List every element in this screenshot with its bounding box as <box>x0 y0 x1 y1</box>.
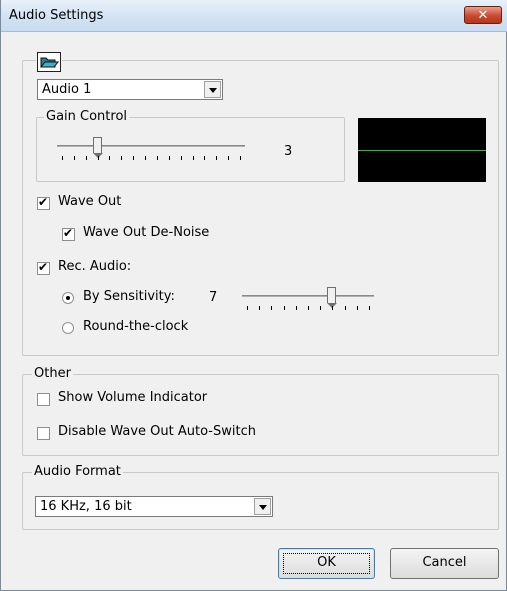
slider-tick <box>240 156 241 160</box>
ok-button[interactable]: OK <box>278 548 375 579</box>
wave-out-denoise-label: Wave Out De-Noise <box>83 225 210 240</box>
slider-tick <box>356 306 358 310</box>
by-sensitivity-label: By Sensitivity: <box>83 289 175 304</box>
sensitivity-value: 7 <box>209 290 218 305</box>
wave-out-denoise-checkbox[interactable] <box>62 226 75 241</box>
cancel-button-label: Cancel <box>422 555 467 570</box>
slider-tick <box>271 306 273 310</box>
round-the-clock-radio[interactable] <box>62 322 74 334</box>
chevron-down-icon[interactable] <box>254 498 271 515</box>
gain-control-label: Gain Control <box>44 109 130 124</box>
slider-tick <box>121 156 123 160</box>
close-icon: ✕ <box>477 8 489 23</box>
folder-open-icon <box>37 52 61 72</box>
audio-source-value: Audio 1 <box>42 82 92 97</box>
gain-value: 3 <box>284 144 293 159</box>
audio-level-line <box>358 150 486 151</box>
other-group <box>22 374 499 456</box>
slider-tick <box>168 156 170 160</box>
focus-rectangle <box>283 553 370 574</box>
slider-tick <box>295 306 297 310</box>
disable-auto-switch-checkbox[interactable] <box>37 427 50 440</box>
slider-tick <box>228 156 230 160</box>
audio-source-select[interactable]: Audio 1 <box>37 79 223 100</box>
sensitivity-slider-track <box>242 295 374 297</box>
slider-tick <box>320 306 322 310</box>
round-the-clock-label: Round-the-clock <box>83 319 189 334</box>
slider-tick <box>133 156 135 160</box>
slider-tick <box>145 156 147 160</box>
wave-out-checkbox[interactable] <box>37 195 50 210</box>
slider-tick <box>109 156 111 160</box>
slider-tick <box>332 306 334 310</box>
slider-tick <box>344 306 346 310</box>
audio-settings-window: Audio Settings ✕ Audio 1 Gain Control 3 … <box>0 0 507 591</box>
show-volume-label: Show Volume Indicator <box>58 390 208 405</box>
slider-tick <box>62 156 63 160</box>
window-title: Audio Settings <box>9 8 104 23</box>
slider-tick <box>259 306 261 310</box>
other-group-label: Other <box>32 366 73 381</box>
by-sensitivity-radio[interactable] <box>62 292 74 304</box>
slider-tick <box>192 156 194 160</box>
audio-format-label: Audio Format <box>32 464 123 479</box>
sensitivity-slider-thumb[interactable] <box>327 287 338 308</box>
slider-tick <box>180 156 182 160</box>
slider-tick <box>283 306 285 310</box>
close-button[interactable]: ✕ <box>464 6 502 24</box>
slider-tick <box>73 156 75 160</box>
audio-format-value: 16 KHz, 16 bit <box>40 499 132 514</box>
gain-slider[interactable] <box>57 134 247 164</box>
audio-format-select[interactable]: 16 KHz, 16 bit <box>35 496 273 517</box>
disable-auto-switch-label: Disable Wave Out Auto-Switch <box>58 424 256 439</box>
gain-slider-ticks <box>57 156 245 162</box>
slider-tick <box>369 306 370 310</box>
chevron-down-icon[interactable] <box>204 81 221 98</box>
slider-tick <box>216 156 218 160</box>
slider-tick <box>156 156 158 160</box>
slider-tick <box>85 156 87 160</box>
wave-out-label: Wave Out <box>58 194 122 209</box>
title-bar[interactable]: Audio Settings ✕ <box>1 0 507 32</box>
slider-tick <box>204 156 206 160</box>
slider-tick <box>247 306 248 310</box>
sensitivity-slider-ticks <box>242 306 374 312</box>
rec-audio-label: Rec. Audio: <box>58 259 132 274</box>
audio-group-header <box>36 51 62 73</box>
audio-level-meter <box>358 118 486 182</box>
sensitivity-slider[interactable] <box>242 285 376 315</box>
rec-audio-checkbox[interactable] <box>37 260 50 275</box>
cancel-button[interactable]: Cancel <box>390 548 499 579</box>
show-volume-checkbox[interactable] <box>37 393 50 406</box>
gain-slider-track <box>57 145 245 147</box>
slider-tick <box>308 306 309 310</box>
gain-slider-thumb[interactable] <box>92 137 103 158</box>
slider-tick <box>97 156 99 160</box>
